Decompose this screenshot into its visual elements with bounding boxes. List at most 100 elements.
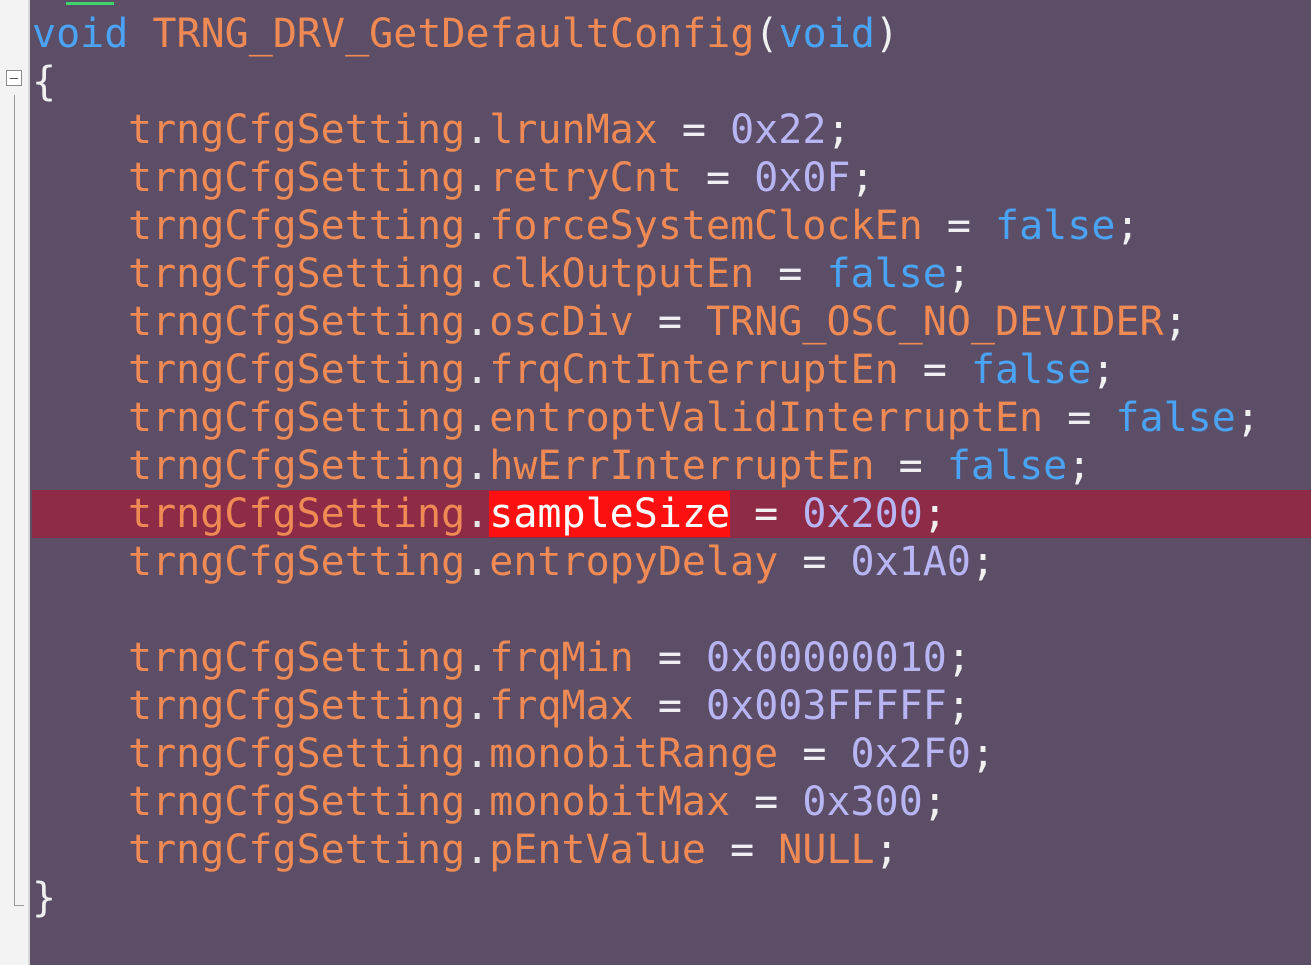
field-name[interactable]: monobitRange <box>489 731 778 777</box>
field-name[interactable]: pEntValue <box>489 827 706 873</box>
field-name[interactable]: clkOutputEn <box>489 251 754 297</box>
member-access-dot: . <box>465 491 490 537</box>
object-name: trngCfgSetting <box>128 635 466 681</box>
code-line-assignment[interactable]: trngCfgSetting.entropyDelay = 0x1A0; <box>32 538 995 586</box>
object-name: trngCfgSetting <box>128 107 466 153</box>
member-access-dot: . <box>465 155 490 201</box>
member-access-dot: . <box>465 731 490 777</box>
semicolon: ; <box>1091 347 1116 393</box>
semicolon: ; <box>826 107 851 153</box>
fold-collapse-icon[interactable] <box>6 70 22 86</box>
code-editor[interactable]: void TRNG_DRV_GetDefaultConfig(void) { }… <box>0 0 1311 965</box>
fold-guide-line <box>14 95 15 905</box>
object-name: trngCfgSetting <box>128 299 466 345</box>
code-line-assignment[interactable]: trngCfgSetting.monobitRange = 0x2F0; <box>32 730 995 778</box>
code-line-signature[interactable]: void TRNG_DRV_GetDefaultConfig(void) <box>32 10 899 58</box>
assigned-value: 0x2F0 <box>850 731 971 777</box>
semicolon: ; <box>922 491 947 537</box>
code-line-assignment[interactable]: trngCfgSetting.frqCntInterruptEn = false… <box>32 346 1115 394</box>
code-line-assignment[interactable]: trngCfgSetting.entroptValidInterruptEn =… <box>32 394 1260 442</box>
member-access-dot: . <box>465 827 490 873</box>
code-line-assignment[interactable]: trngCfgSetting.pEntValue = NULL; <box>32 826 899 874</box>
assigned-value: false <box>995 203 1116 249</box>
member-access-dot: . <box>465 539 490 585</box>
semicolon: ; <box>946 635 971 681</box>
return-type-keyword: void <box>32 11 129 57</box>
assign-operator: = <box>657 299 682 345</box>
assign-operator: = <box>706 155 731 201</box>
field-name[interactable]: oscDiv <box>489 299 634 345</box>
member-access-dot: . <box>465 779 490 825</box>
code-line-assignment[interactable]: trngCfgSetting.monobitMax = 0x300; <box>32 778 947 826</box>
semicolon: ; <box>1163 299 1188 345</box>
code-line-assignment-current[interactable]: trngCfgSetting.sampleSize = 0x200; <box>32 490 1311 538</box>
assigned-value: 0x22 <box>730 107 827 153</box>
field-name[interactable]: frqMin <box>489 635 634 681</box>
member-access-dot: . <box>465 683 490 729</box>
code-line-assignment[interactable]: trngCfgSetting.oscDiv = TRNG_OSC_NO_DEVI… <box>32 298 1188 346</box>
field-name[interactable]: frqCntInterruptEn <box>489 347 898 393</box>
semicolon: ; <box>1115 203 1140 249</box>
field-name[interactable]: entroptValidInterruptEn <box>489 395 1043 441</box>
assign-operator: = <box>946 203 971 249</box>
semicolon: ; <box>946 683 971 729</box>
field-name[interactable]: forceSystemClockEn <box>489 203 922 249</box>
selected-field-name[interactable]: sampleSize <box>489 491 731 537</box>
member-access-dot: . <box>465 347 490 393</box>
member-access-dot: . <box>465 443 490 489</box>
member-access-dot: . <box>465 203 490 249</box>
object-name: trngCfgSetting <box>128 683 466 729</box>
field-name[interactable]: retryCnt <box>489 155 682 201</box>
field-name[interactable]: hwErrInterruptEn <box>489 443 874 489</box>
object-name: trngCfgSetting <box>128 827 466 873</box>
semicolon: ; <box>970 539 996 585</box>
assigned-value: false <box>1115 395 1236 441</box>
assign-operator: = <box>681 107 707 153</box>
fold-end-marker <box>14 905 24 906</box>
member-access-dot: . <box>465 107 490 153</box>
object-name: trngCfgSetting <box>128 251 466 297</box>
object-name: trngCfgSetting <box>128 395 466 441</box>
function-name: TRNG_DRV_GetDefaultConfig <box>152 11 755 57</box>
code-line-open-brace[interactable]: { <box>32 58 56 106</box>
object-name: trngCfgSetting <box>128 539 466 585</box>
semicolon: ; <box>970 731 996 777</box>
assigned-value: 0x1A0 <box>850 539 971 585</box>
open-brace: { <box>32 59 57 105</box>
code-line-assignment[interactable]: trngCfgSetting.retryCnt = 0x0F; <box>32 154 875 202</box>
editor-gutter <box>0 0 30 965</box>
assign-operator: = <box>802 539 827 585</box>
assign-operator: = <box>754 491 779 537</box>
member-access-dot: . <box>465 635 490 681</box>
object-name: trngCfgSetting <box>128 731 466 777</box>
assigned-value: false <box>970 347 1092 393</box>
param-keyword: void <box>778 11 875 57</box>
field-name[interactable]: monobitMax <box>489 779 730 825</box>
assign-operator: = <box>802 731 827 777</box>
code-line-assignment[interactable]: trngCfgSetting.frqMax = 0x003FFFFF; <box>32 682 971 730</box>
field-name[interactable]: frqMax <box>489 683 634 729</box>
code-line-assignment[interactable]: trngCfgSetting.frqMin = 0x00000010; <box>32 634 971 682</box>
assigned-value: false <box>826 251 947 297</box>
object-name: trngCfgSetting <box>128 491 466 537</box>
assign-operator: = <box>1067 395 1092 441</box>
open-paren: ( <box>754 11 779 57</box>
field-name[interactable]: lrunMax <box>489 107 658 153</box>
semicolon: ; <box>946 251 971 297</box>
member-access-dot: . <box>465 299 490 345</box>
code-line-assignment[interactable]: trngCfgSetting.clkOutputEn = false; <box>32 250 971 298</box>
semicolon: ; <box>874 827 899 873</box>
field-name[interactable]: entropyDelay <box>489 539 778 585</box>
code-line-assignment[interactable]: trngCfgSetting.forceSystemClockEn = fals… <box>32 202 1140 250</box>
code-line-close-brace[interactable]: } <box>32 874 56 922</box>
previous-line-fragment <box>66 0 114 5</box>
code-line-assignment[interactable]: trngCfgSetting.hwErrInterruptEn = false; <box>32 442 1091 490</box>
assigned-value: 0x200 <box>802 491 923 537</box>
semicolon: ; <box>922 779 947 825</box>
code-line-assignment[interactable]: trngCfgSetting.lrunMax = 0x22; <box>32 106 851 154</box>
assign-operator: = <box>922 347 947 393</box>
assigned-value: 0x0F <box>754 155 851 201</box>
object-name: trngCfgSetting <box>128 779 466 825</box>
semicolon: ; <box>1067 443 1092 489</box>
assign-operator: = <box>778 251 803 297</box>
